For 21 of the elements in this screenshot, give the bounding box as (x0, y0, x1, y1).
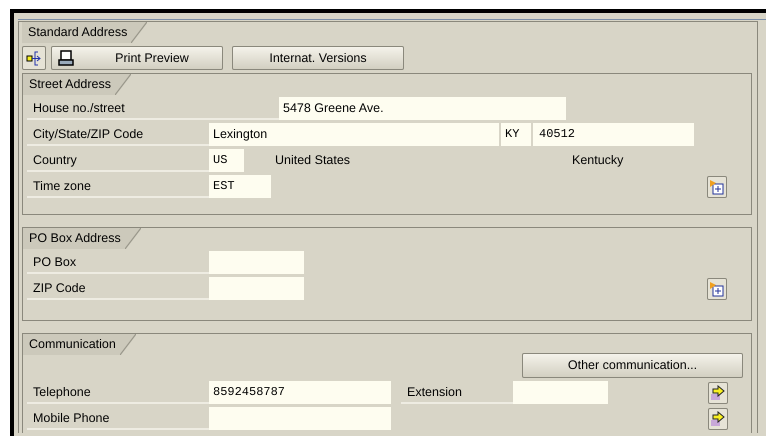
input-field[interactable]: 5478 Greene Ave. (279, 97, 566, 120)
input-field[interactable]: US (209, 149, 244, 172)
print-preview-button[interactable]: Print Preview (51, 46, 223, 70)
input-field[interactable]: KY (501, 123, 531, 146)
input-field[interactable] (209, 277, 304, 300)
input-field[interactable]: Lexington (209, 123, 499, 146)
printer-icon (58, 50, 74, 66)
input-field[interactable] (209, 407, 391, 430)
distribute-icon[interactable] (22, 46, 46, 70)
country-name: United States (275, 152, 352, 170)
region-name: Kentucky (572, 152, 624, 170)
internat-versions-button[interactable]: Internat. Versions (232, 46, 404, 70)
input-field[interactable]: EST (209, 175, 271, 198)
input-field[interactable]: 40512 (533, 123, 694, 146)
expand-icon[interactable] (707, 176, 727, 198)
expand-icon[interactable] (707, 278, 727, 300)
field-label: House no./street (27, 97, 279, 120)
input-field[interactable]: 8592458787 (209, 381, 391, 404)
other-communication-button[interactable]: Other communication... (522, 353, 743, 378)
input-field[interactable] (513, 381, 608, 404)
input-field[interactable] (209, 251, 304, 274)
